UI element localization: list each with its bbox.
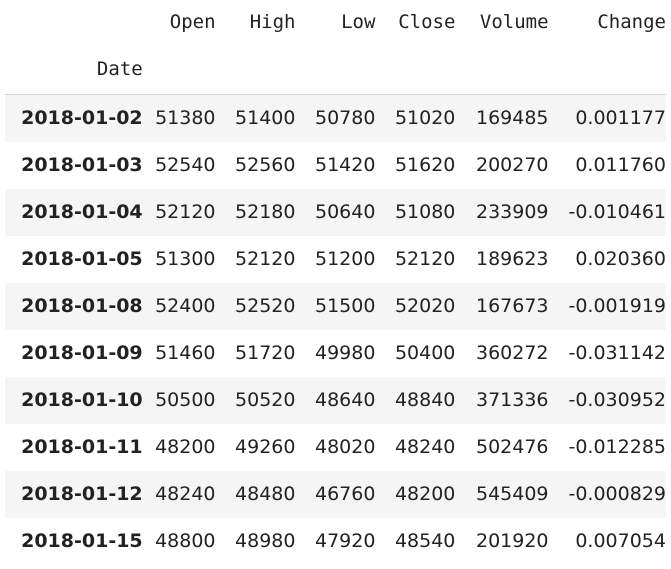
cell-open: 52540 bbox=[155, 154, 216, 176]
cell-volume: 233909 bbox=[475, 201, 549, 223]
cell-volume: 360272 bbox=[475, 342, 549, 364]
cell-open: 51380 bbox=[155, 107, 216, 130]
cell-high: 48480 bbox=[235, 483, 296, 505]
cell-low: 48020 bbox=[314, 436, 376, 458]
column-header-close: Close bbox=[398, 11, 456, 33]
cell-change: -0.000829 bbox=[568, 483, 666, 505]
cell-change: -0.012285 bbox=[568, 436, 666, 458]
cell-low: 48640 bbox=[314, 389, 376, 411]
table-row: 2018-01-02 51380 51400 50780 51020 16948… bbox=[5, 94, 666, 142]
empty-header-cell bbox=[548, 44, 666, 95]
cell-change: 0.020360 bbox=[575, 248, 666, 270]
cell-change: -0.031142 bbox=[568, 342, 666, 364]
row-index-date: 2018-01-02 bbox=[21, 107, 143, 130]
cell-low: 46760 bbox=[314, 483, 376, 505]
cell-change: 0.007054 bbox=[575, 530, 666, 552]
cell-open: 48800 bbox=[155, 530, 216, 552]
cell-low: 49980 bbox=[314, 342, 376, 364]
index-corner-cell bbox=[5, 0, 143, 44]
cell-change: -0.030952 bbox=[568, 389, 666, 411]
cell-close: 52120 bbox=[394, 248, 456, 270]
cell-high: 49260 bbox=[235, 436, 296, 458]
cell-low: 51200 bbox=[314, 248, 376, 270]
cell-close: 51620 bbox=[394, 154, 456, 176]
cell-close: 48200 bbox=[394, 483, 456, 505]
row-index-date: 2018-01-04 bbox=[21, 201, 143, 223]
cell-close: 50400 bbox=[394, 342, 456, 364]
cell-volume: 502476 bbox=[475, 436, 549, 458]
cell-low: 51500 bbox=[314, 295, 376, 317]
cell-high: 51720 bbox=[235, 342, 296, 364]
cell-open: 51300 bbox=[155, 248, 216, 270]
index-name-header: Date bbox=[5, 44, 143, 95]
column-header-row: Open High Low Close Volume Change bbox=[5, 0, 666, 44]
cell-change: 0.001177 bbox=[575, 107, 666, 130]
cell-high: 52120 bbox=[235, 248, 296, 270]
index-name-row: Date bbox=[5, 44, 666, 95]
row-index-date: 2018-01-09 bbox=[21, 342, 143, 364]
empty-header-cell bbox=[375, 44, 456, 95]
cell-open: 52120 bbox=[155, 201, 216, 223]
cell-volume: 169485 bbox=[475, 107, 549, 130]
cell-close: 51020 bbox=[394, 107, 456, 130]
cell-change: -0.001919 bbox=[568, 295, 666, 317]
empty-header-cell bbox=[215, 44, 296, 95]
row-index-date: 2018-01-15 bbox=[21, 530, 143, 552]
cell-high: 50520 bbox=[235, 389, 296, 411]
cell-close: 48840 bbox=[394, 389, 456, 411]
row-index-date: 2018-01-11 bbox=[21, 436, 143, 458]
empty-header-cell bbox=[295, 44, 376, 95]
cell-close: 48240 bbox=[394, 436, 456, 458]
table-row: 2018-01-05 51300 52120 51200 52120 18962… bbox=[5, 235, 666, 283]
cell-high: 51400 bbox=[235, 107, 296, 130]
cell-low: 51420 bbox=[314, 154, 376, 176]
cell-volume: 201920 bbox=[475, 530, 549, 552]
table-row: 2018-01-04 52120 52180 50640 51080 23390… bbox=[5, 188, 666, 236]
column-header-high: High bbox=[249, 11, 296, 33]
cell-high: 52560 bbox=[235, 154, 296, 176]
dataframe-output: Open High Low Close Volume Change Date 2… bbox=[5, 0, 666, 565]
cell-change: 0.011760 bbox=[575, 154, 666, 176]
dataframe-table: Open High Low Close Volume Change Date 2… bbox=[5, 0, 666, 565]
table-row: 2018-01-09 51460 51720 49980 50400 36027… bbox=[5, 329, 666, 377]
table-row: 2018-01-10 50500 50520 48640 48840 37133… bbox=[5, 376, 666, 424]
cell-volume: 545409 bbox=[475, 483, 549, 505]
cell-volume: 371336 bbox=[475, 389, 549, 411]
table-row: 2018-01-11 48200 49260 48020 48240 50247… bbox=[5, 423, 666, 471]
cell-change: -0.010461 bbox=[568, 201, 666, 223]
cell-volume: 167673 bbox=[475, 295, 549, 317]
cell-open: 52400 bbox=[155, 295, 216, 317]
cell-high: 48980 bbox=[235, 530, 296, 552]
empty-header-cell bbox=[455, 44, 549, 95]
table-row: 2018-01-12 48240 48480 46760 48200 54540… bbox=[5, 470, 666, 518]
cell-close: 51080 bbox=[394, 201, 456, 223]
cell-open: 50500 bbox=[155, 389, 216, 411]
cell-volume: 189623 bbox=[475, 248, 549, 270]
row-index-date: 2018-01-05 bbox=[21, 248, 143, 270]
cell-volume: 200270 bbox=[475, 154, 549, 176]
column-header-low: Low bbox=[341, 11, 376, 33]
row-index-date: 2018-01-10 bbox=[21, 389, 143, 411]
cell-close: 52020 bbox=[394, 295, 456, 317]
empty-header-cell bbox=[142, 44, 216, 95]
table-row: 2018-01-08 52400 52520 51500 52020 16767… bbox=[5, 282, 666, 330]
cell-low: 50780 bbox=[314, 107, 376, 130]
cell-open: 48200 bbox=[155, 436, 216, 458]
cell-low: 50640 bbox=[314, 201, 376, 223]
cell-high: 52520 bbox=[235, 295, 296, 317]
row-index-date: 2018-01-08 bbox=[21, 295, 143, 317]
cell-high: 52180 bbox=[235, 201, 296, 223]
row-index-date: 2018-01-03 bbox=[21, 154, 143, 176]
cell-open: 48240 bbox=[155, 483, 216, 505]
column-header-volume: Volume bbox=[479, 11, 549, 33]
cell-open: 51460 bbox=[155, 342, 216, 364]
table-row: 2018-01-03 52540 52560 51420 51620 20027… bbox=[5, 141, 666, 189]
column-header-change: Change bbox=[597, 11, 666, 33]
table-row: 2018-01-15 48800 48980 47920 48540 20192… bbox=[5, 517, 666, 565]
row-index-date: 2018-01-12 bbox=[21, 483, 143, 505]
cell-low: 47920 bbox=[314, 530, 376, 552]
cell-close: 48540 bbox=[394, 530, 456, 552]
column-header-open: Open bbox=[169, 11, 216, 33]
